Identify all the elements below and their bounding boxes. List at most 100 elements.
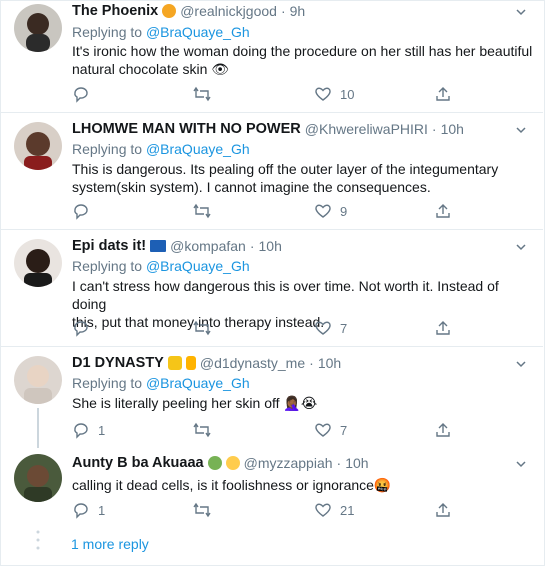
chevron-down-icon[interactable] bbox=[515, 358, 527, 370]
green-heart-icon bbox=[207, 456, 222, 470]
like-button[interactable]: 7 bbox=[314, 420, 347, 440]
tweet-actions: 1 21 bbox=[72, 500, 472, 520]
retweet-icon bbox=[193, 86, 211, 102]
tweet[interactable]: Epi dats it! @kompafan · 10h Replying to… bbox=[0, 229, 543, 347]
reply-icon bbox=[74, 503, 88, 519]
display-name[interactable]: Aunty B ba Akuaaa bbox=[72, 455, 204, 471]
chevron-down-icon[interactable] bbox=[515, 124, 527, 136]
avatar[interactable] bbox=[14, 4, 62, 52]
tweet-text-line: It's ironic how the woman doing the proc… bbox=[72, 43, 533, 59]
user-handle[interactable]: @kompafan bbox=[170, 238, 246, 254]
like-icon bbox=[315, 87, 331, 101]
share-icon bbox=[436, 423, 450, 437]
replying-to: Replying to @BraQuaye_Gh bbox=[72, 24, 250, 40]
tweet-text-line: natural chocolate skin 👁 bbox=[72, 61, 230, 77]
face-emoji-icon bbox=[225, 456, 240, 470]
retweet-icon bbox=[193, 422, 211, 438]
share-icon bbox=[436, 87, 450, 101]
retweet-button[interactable] bbox=[192, 500, 212, 520]
retweet-icon bbox=[193, 502, 211, 518]
share-icon bbox=[436, 204, 450, 218]
tweet-text-line: This is dangerous. Its pealing off the o… bbox=[72, 161, 499, 177]
user-handle[interactable]: @KhwereliwaPHIRI bbox=[305, 121, 428, 137]
like-button[interactable]: 9 bbox=[314, 201, 347, 221]
retweet-icon bbox=[193, 320, 211, 336]
like-count: 21 bbox=[340, 502, 355, 518]
user-handle[interactable]: @realnickjgood bbox=[180, 3, 277, 19]
share-button[interactable] bbox=[434, 420, 452, 440]
user-handle[interactable]: @myzzappiah bbox=[244, 455, 333, 471]
tweet[interactable]: Aunty B ba Akuaaa @myzzappiah · 10h call… bbox=[0, 446, 543, 526]
share-button[interactable] bbox=[434, 318, 452, 338]
like-icon bbox=[315, 321, 331, 335]
like-button[interactable]: 7 bbox=[314, 318, 347, 338]
avatar[interactable] bbox=[14, 454, 62, 502]
dot-separator: · bbox=[336, 455, 342, 471]
tweet-text: This is dangerous. Its pealing off the o… bbox=[72, 160, 534, 196]
like-button[interactable]: 21 bbox=[314, 500, 354, 520]
retweet-button[interactable] bbox=[192, 318, 212, 338]
like-icon bbox=[315, 423, 331, 437]
reply-button[interactable] bbox=[72, 201, 98, 221]
share-button[interactable] bbox=[434, 84, 452, 104]
chevron-down-icon[interactable] bbox=[515, 458, 527, 470]
tweet[interactable]: The Phoenix @realnickjgood · 9h Replying… bbox=[0, 0, 543, 113]
tweet[interactable]: LHOMWE MAN WITH NO POWER @KhwereliwaPHIR… bbox=[0, 112, 543, 230]
dot-separator: · bbox=[431, 121, 437, 137]
retweet-button[interactable] bbox=[192, 84, 212, 104]
more-replies-link[interactable]: 1 more reply bbox=[71, 536, 149, 552]
user-handle[interactable]: @d1dynasty_me bbox=[200, 355, 305, 371]
thread-dots-icon bbox=[36, 530, 40, 550]
replying-to-link[interactable]: @BraQuaye_Gh bbox=[146, 375, 250, 391]
reply-button[interactable] bbox=[72, 318, 98, 338]
timestamp[interactable]: 10h bbox=[345, 455, 368, 471]
timestamp[interactable]: 9h bbox=[290, 3, 306, 19]
share-button[interactable] bbox=[434, 500, 452, 520]
display-name[interactable]: D1 DYNASTY bbox=[72, 355, 164, 371]
timestamp[interactable]: 10h bbox=[441, 121, 464, 137]
replying-to-link[interactable]: @BraQuaye_Gh bbox=[146, 258, 250, 274]
like-count: 10 bbox=[340, 86, 355, 102]
reply-count: 1 bbox=[98, 422, 106, 438]
replying-to: Replying to @BraQuaye_Gh bbox=[72, 258, 250, 274]
reply-button[interactable] bbox=[72, 84, 98, 104]
chevron-down-icon[interactable] bbox=[515, 6, 527, 18]
share-button[interactable] bbox=[434, 201, 452, 221]
tweet-text: It's ironic how the woman doing the proc… bbox=[72, 42, 534, 78]
tweet[interactable]: D1 DYNASTY @d1dynasty_me · 10h Replying … bbox=[0, 346, 543, 448]
replying-prefix: Replying to bbox=[72, 375, 143, 391]
tweet-text: She is literally peeling her skin off 🤦🏾… bbox=[72, 394, 534, 412]
replying-to: Replying to @BraQuaye_Gh bbox=[72, 375, 250, 391]
display-name[interactable]: Epi dats it! bbox=[72, 238, 146, 254]
display-name[interactable]: LHOMWE MAN WITH NO POWER bbox=[72, 121, 301, 137]
tweet-text: calling it dead cells, is it foolishness… bbox=[72, 476, 534, 494]
tweet-actions: 10 bbox=[72, 84, 472, 104]
reply-icon bbox=[74, 423, 88, 439]
like-count: 7 bbox=[340, 422, 348, 438]
reply-icon bbox=[74, 204, 88, 220]
replying-to: Replying to @BraQuaye_Gh bbox=[72, 141, 250, 157]
timestamp[interactable]: 10h bbox=[318, 355, 341, 371]
tweet-actions: 9 bbox=[72, 201, 472, 221]
replying-prefix: Replying to bbox=[72, 24, 143, 40]
replying-to-link[interactable]: @BraQuaye_Gh bbox=[146, 141, 250, 157]
avatar[interactable] bbox=[14, 122, 62, 170]
chevron-down-icon[interactable] bbox=[515, 241, 527, 253]
like-button[interactable]: 10 bbox=[314, 84, 354, 104]
lightning-emoji-icon bbox=[185, 356, 196, 370]
avatar[interactable] bbox=[14, 239, 62, 287]
tweet-text-line: system(skin system). I cannot imagine th… bbox=[72, 179, 431, 195]
retweet-button[interactable] bbox=[192, 420, 212, 440]
retweet-icon bbox=[193, 203, 211, 219]
avatar[interactable] bbox=[14, 356, 62, 404]
timestamp[interactable]: 10h bbox=[259, 238, 282, 254]
flag-icon bbox=[150, 240, 167, 252]
replying-prefix: Replying to bbox=[72, 258, 143, 274]
reply-button[interactable]: 1 bbox=[72, 420, 105, 440]
like-icon bbox=[315, 204, 331, 218]
retweet-button[interactable] bbox=[192, 201, 212, 221]
display-name[interactable]: The Phoenix bbox=[72, 3, 158, 19]
reply-button[interactable]: 1 bbox=[72, 500, 105, 520]
replying-to-link[interactable]: @BraQuaye_Gh bbox=[146, 24, 250, 40]
tweet-text-line: calling it dead cells, is it foolishness… bbox=[72, 477, 392, 493]
